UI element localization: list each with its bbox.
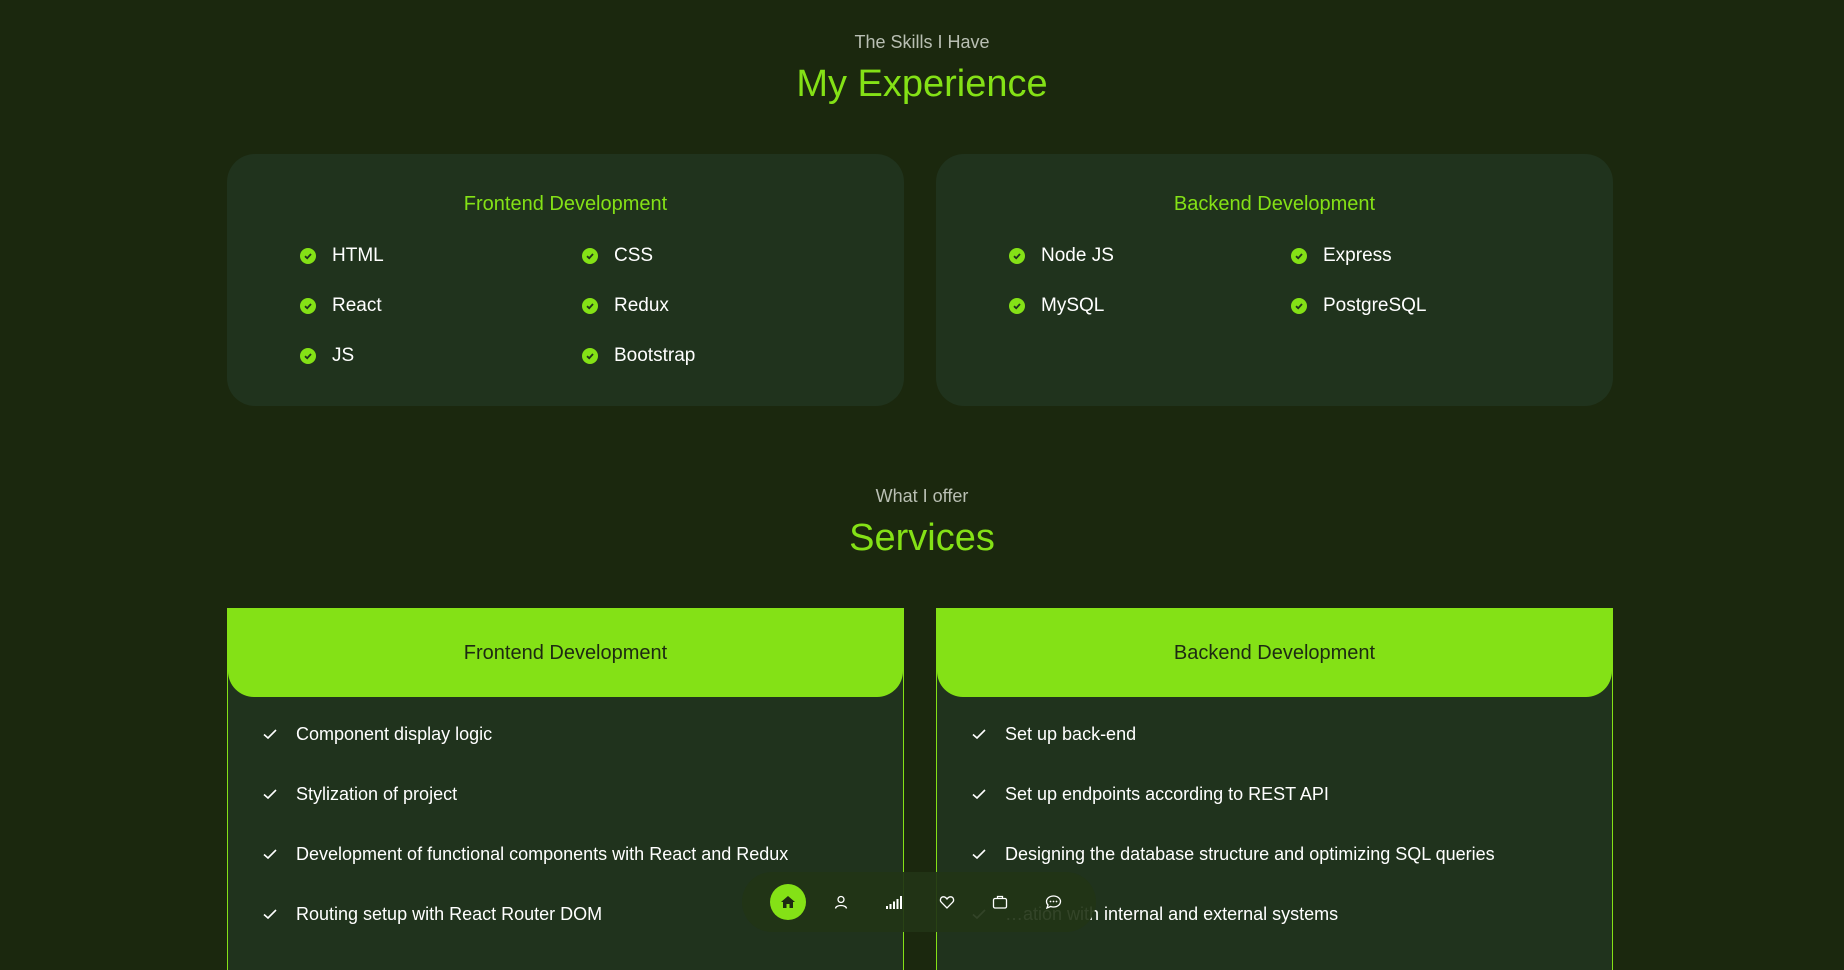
nav-about-button[interactable] [823, 884, 859, 920]
skill-label: JS [332, 345, 355, 366]
service-label: Stylization of project [296, 783, 458, 804]
skill-item: HTML [300, 244, 582, 268]
service-label: Set up endpoints according to REST API [1005, 783, 1329, 804]
service-item: Stylization of project [262, 779, 903, 809]
service-label: Component display logic [296, 723, 493, 744]
card-title: Backend Development [1173, 193, 1376, 215]
frontend-skills-card: Frontend Development HTML CSS React Redu… [227, 154, 904, 406]
skill-item: Node JS [1009, 244, 1291, 268]
check-circle-icon [1009, 298, 1025, 314]
card-title: Frontend Development [463, 193, 668, 215]
experience-subtitle: The Skills I Have [854, 32, 990, 52]
check-icon [971, 846, 987, 862]
service-label: Designing the database structure and opt… [1005, 843, 1495, 864]
experience-title: My Experience [796, 63, 1048, 105]
nav-experience-button[interactable] [876, 884, 912, 920]
service-label: Routing setup with React Router DOM [296, 903, 603, 924]
check-circle-icon [582, 348, 598, 364]
service-item: Development of functional components wit… [262, 839, 903, 869]
check-circle-icon [300, 248, 316, 264]
check-icon [971, 726, 987, 742]
skill-label: PostgreSQL [1323, 295, 1427, 316]
chat-icon [1045, 895, 1061, 910]
check-circle-icon [1291, 248, 1307, 264]
service-item: Set up endpoints according to REST API [971, 779, 1612, 809]
service-item: Set up back-end [971, 719, 1612, 749]
check-circle-icon [582, 298, 598, 314]
signal-bars-icon [886, 896, 902, 909]
briefcase-icon [992, 895, 1008, 909]
skill-label: Express [1323, 245, 1392, 266]
check-icon [262, 726, 278, 742]
skill-label: Bootstrap [614, 345, 696, 366]
skill-label: MySQL [1041, 295, 1105, 316]
skill-item: Redux [582, 294, 864, 318]
service-label: Development of functional components wit… [296, 843, 789, 864]
check-circle-icon [582, 248, 598, 264]
check-icon [262, 786, 278, 802]
service-label: Set up back-end [1005, 723, 1137, 744]
skill-item: Express [1291, 244, 1573, 268]
skill-item: CSS [582, 244, 864, 268]
skill-label: React [332, 295, 382, 316]
experience-header: The Skills I Have My Experience [0, 32, 1844, 106]
backend-skills-card: Backend Development Node JS Express MySQ… [936, 154, 1613, 406]
check-circle-icon [1291, 298, 1307, 314]
check-circle-icon [1009, 248, 1025, 264]
skill-label: CSS [614, 245, 654, 266]
skill-item: React [300, 294, 582, 318]
skill-item: JS [300, 344, 582, 368]
skill-item: PostgreSQL [1291, 294, 1573, 318]
check-circle-icon [300, 348, 316, 364]
user-icon [834, 895, 848, 909]
service-card-header: Frontend Development [228, 609, 903, 697]
check-icon [262, 906, 278, 922]
nav-contact-button[interactable] [1035, 884, 1071, 920]
services-title: Services [849, 517, 995, 559]
skill-label: HTML [332, 245, 384, 266]
nav-services-button[interactable] [929, 884, 965, 920]
service-item: Component display logic [262, 719, 903, 749]
check-icon [971, 786, 987, 802]
heart-icon [939, 896, 955, 909]
skill-item: Bootstrap [582, 344, 864, 368]
home-icon [781, 896, 795, 908]
nav-portfolio-button[interactable] [982, 884, 1018, 920]
services-subtitle: What I offer [875, 486, 969, 506]
check-icon [262, 846, 278, 862]
check-circle-icon [300, 298, 316, 314]
service-item: Designing the database structure and opt… [971, 839, 1612, 869]
nav-home-button[interactable] [770, 884, 806, 920]
services-header: What I offer Services [0, 486, 1844, 560]
skill-label: Redux [614, 295, 669, 316]
skill-item: MySQL [1009, 294, 1291, 318]
floating-nav-bar [742, 872, 1096, 932]
skill-label: Node JS [1041, 245, 1114, 266]
service-card-header: Backend Development [937, 609, 1612, 697]
